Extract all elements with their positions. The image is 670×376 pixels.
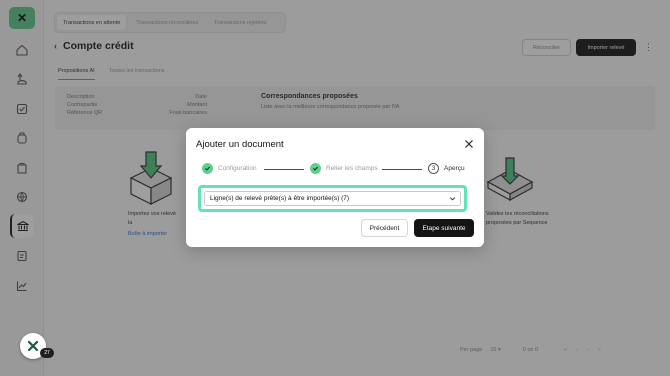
- step-connector: [382, 169, 422, 170]
- statement-lines-select[interactable]: Ligne(s) de relevé prête(s) à être impor…: [204, 191, 461, 206]
- modal-title: Ajouter un document: [196, 139, 284, 150]
- step-preview: 3 Aperçu: [428, 163, 465, 174]
- chevron-down-icon: [449, 197, 456, 201]
- chat-notification-badge: 27: [40, 348, 54, 358]
- next-step-button[interactable]: Etape suivante: [414, 219, 474, 237]
- step-label: Configuration: [218, 165, 257, 172]
- close-icon[interactable]: [464, 139, 474, 149]
- step-number: 3: [428, 163, 439, 174]
- step-link-fields: Relier les champs: [310, 163, 378, 174]
- check-icon: [310, 163, 321, 174]
- step-connector: [264, 169, 304, 170]
- sequence-logo-icon: [27, 340, 39, 352]
- previous-button[interactable]: Précédent: [361, 219, 408, 237]
- step-configuration: Configuration: [202, 163, 257, 174]
- step-label: Aperçu: [444, 165, 465, 172]
- add-document-modal: Ajouter un document Configuration Relier…: [186, 128, 484, 247]
- highlight-outline: Ligne(s) de relevé prête(s) à être impor…: [198, 185, 467, 212]
- select-value: Ligne(s) de relevé prête(s) à être impor…: [210, 195, 350, 202]
- stepper: Configuration Relier les champs 3 Aperçu: [202, 163, 472, 175]
- check-icon: [202, 163, 213, 174]
- step-label: Relier les champs: [326, 165, 378, 172]
